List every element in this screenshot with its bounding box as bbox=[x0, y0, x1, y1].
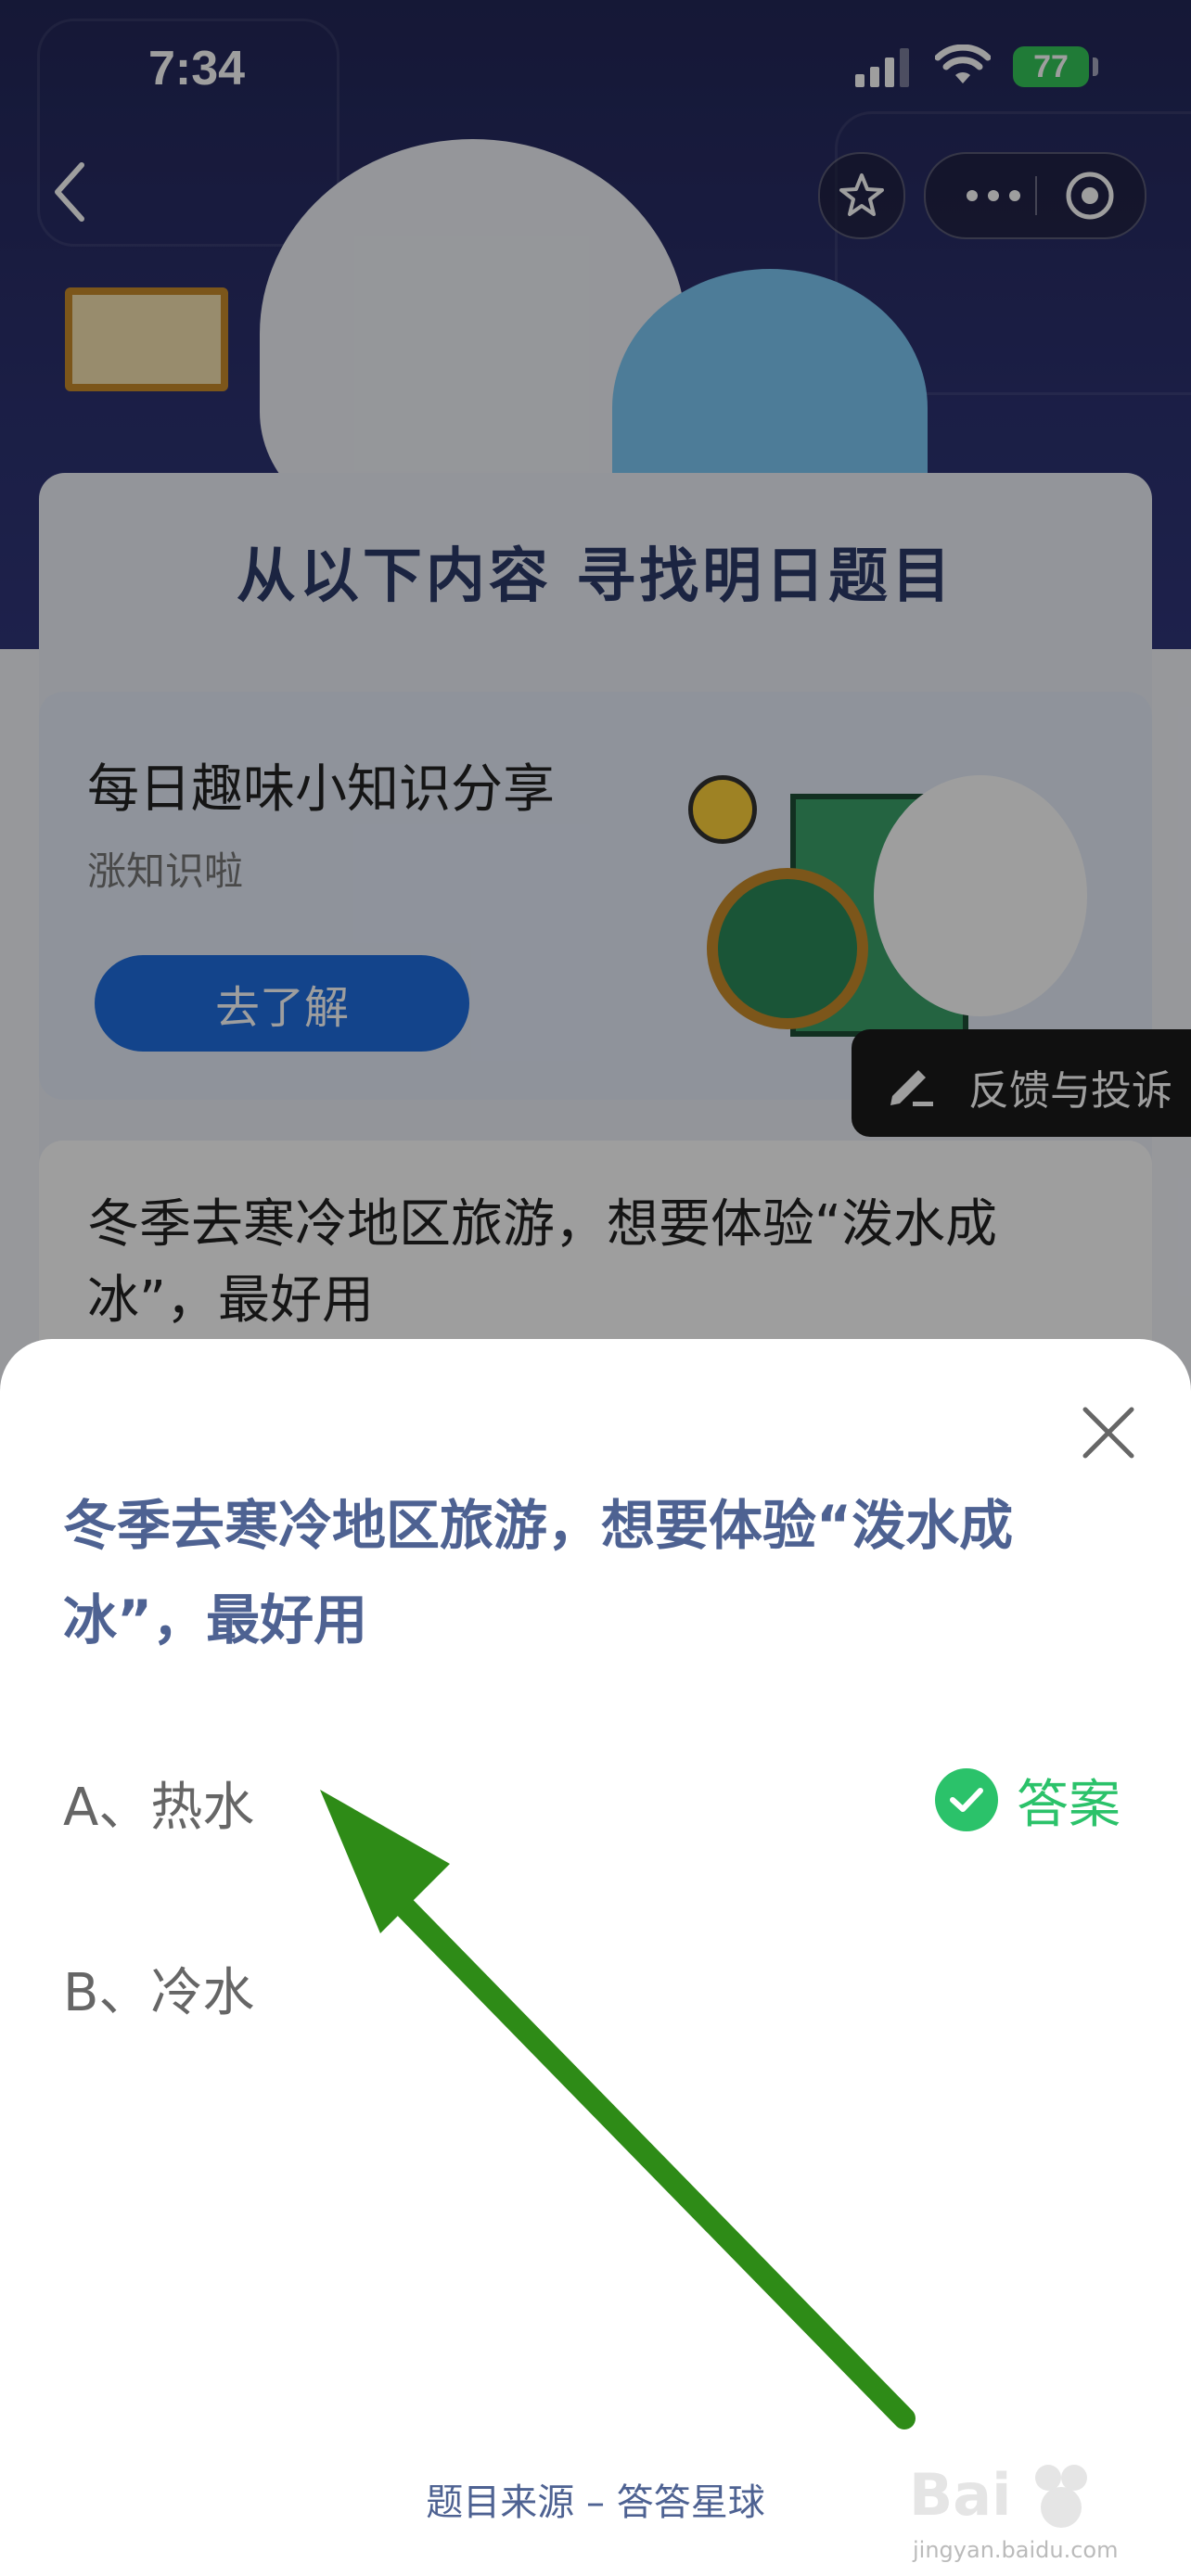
baidu-watermark-icon: Bai bbox=[909, 2461, 1087, 2529]
answer-indicator: 答案 bbox=[935, 1766, 1121, 1835]
answer-sheet: 冬季去寒冷地区旅游，想要体验“泼水成冰”，最好用 A、热水 答案 B、冷水 题目… bbox=[0, 1339, 1191, 2576]
answer-label: 答案 bbox=[1017, 1774, 1121, 1835]
svg-text:Bai: Bai bbox=[909, 2461, 1011, 2529]
sheet-question: 冬季去寒冷地区旅游，想要体验“泼水成冰”，最好用 bbox=[63, 1494, 1014, 1651]
watermark-url: jingyan.baidu.com bbox=[913, 2537, 1119, 2563]
option-a[interactable]: A、热水 bbox=[63, 1766, 254, 1841]
option-b[interactable]: B、冷水 bbox=[63, 1951, 254, 2026]
checkmark-icon bbox=[935, 1768, 998, 1831]
close-icon[interactable] bbox=[1074, 1398, 1143, 1467]
